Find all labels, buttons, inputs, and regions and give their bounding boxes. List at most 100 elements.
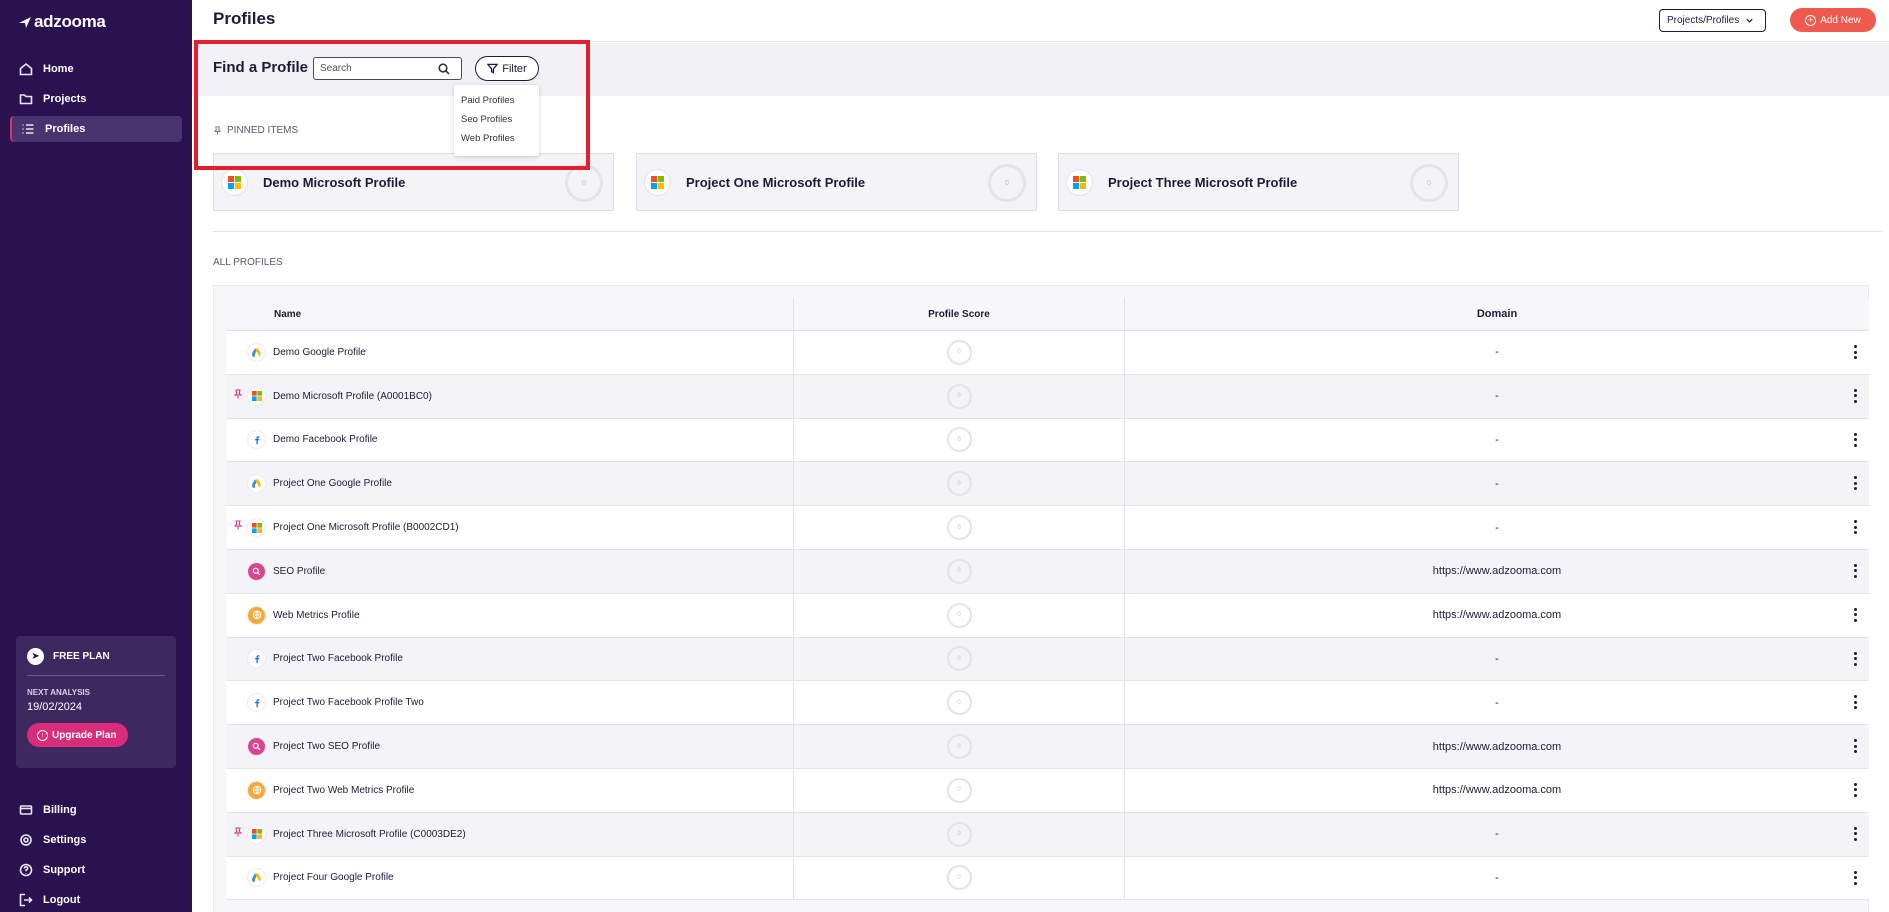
profile-domain: https://www.adzooma.com: [1432, 784, 1562, 797]
pinned-card[interactable]: Project One Microsoft Profile 0: [636, 153, 1037, 211]
sidebar-item-label: Support: [43, 864, 86, 876]
profile-name[interactable]: Project Two Facebook Profile Two: [273, 697, 424, 708]
sidebar-item-settings[interactable]: Settings: [10, 827, 182, 853]
profile-name[interactable]: Demo Facebook Profile: [273, 434, 378, 445]
pin-icon[interactable]: [233, 827, 243, 837]
filter-button[interactable]: Filter: [475, 56, 539, 81]
pinned-card-name: Project Three Microsoft Profile: [1108, 174, 1298, 190]
select-label: Projects/Profiles: [1667, 15, 1740, 26]
sidebar-item-billing[interactable]: Billing: [10, 797, 182, 823]
row-menu-icon[interactable]: [1853, 870, 1857, 885]
table-row[interactable]: Project Two Web Metrics Profile 0 https://…: [227, 768, 1869, 813]
sidebar-item-label: Billing: [43, 804, 77, 816]
row-menu-icon[interactable]: [1853, 520, 1857, 535]
row-menu-icon[interactable]: [1853, 826, 1857, 841]
pinned-card[interactable]: Demo Microsoft Profile 0: [213, 153, 614, 211]
filter-icon: [487, 63, 499, 74]
row-menu-icon[interactable]: [1853, 345, 1857, 359]
plan-name: FREE PLAN: [53, 651, 110, 662]
plan-header: ➤ FREE PLAN: [27, 648, 165, 665]
table-row[interactable]: Project Two Facebook Profile 0 -: [227, 637, 1869, 682]
table-row[interactable]: SEO Profile 0 https://www.adzooma.com: [227, 549, 1869, 594]
profile-name[interactable]: Web Metrics Profile: [273, 610, 360, 621]
row-menu-icon[interactable]: [1853, 695, 1857, 710]
profile-name[interactable]: Project Three Microsoft Profile (C0003DE…: [273, 829, 466, 840]
search-icon[interactable]: [438, 62, 450, 75]
table-row[interactable]: Project Three Microsoft Profile (C0003DE…: [227, 812, 1869, 857]
name-cell: SEO Profile: [227, 549, 794, 593]
table-row[interactable]: Project One Google Profile 0 -: [227, 462, 1869, 507]
domain-cell: -: [1125, 506, 1869, 549]
filter-option-web[interactable]: Web Profiles: [454, 129, 539, 148]
sidebar: adzooma Home Projects Profiles ➤ FREE PL…: [0, 0, 192, 912]
table-row[interactable]: Demo Microsoft Profile (A0001BC0) 0 -: [227, 374, 1869, 419]
profile-name[interactable]: Project One Google Profile: [273, 478, 392, 489]
name-cell: Project Three Microsoft Profile (C0003DE…: [227, 812, 794, 856]
sidebar-item-support[interactable]: Support: [10, 857, 182, 883]
projects-profiles-select[interactable]: Projects/Profiles: [1659, 9, 1766, 32]
profile-name[interactable]: Project Two Facebook Profile: [273, 653, 403, 664]
profile-score-ring: 0: [946, 777, 972, 803]
list-icon: [22, 124, 34, 134]
bottom-nav: Billing Settings Support Logout: [10, 797, 182, 912]
sidebar-item-label: Profiles: [45, 123, 86, 135]
filter-label: Filter: [502, 62, 527, 75]
all-profiles-label: ALL PROFILES: [213, 257, 283, 268]
row-menu-icon[interactable]: [1853, 607, 1857, 622]
table-row[interactable]: Project Four Google Profile 0 -: [227, 856, 1869, 901]
sidebar-item-projects[interactable]: Projects: [10, 86, 182, 112]
sidebar-item-label: Home: [43, 63, 74, 75]
row-menu-icon[interactable]: [1853, 739, 1857, 754]
search-box[interactable]: [313, 57, 462, 80]
row-menu-icon[interactable]: [1853, 432, 1857, 447]
search-input[interactable]: [320, 63, 438, 74]
profile-name[interactable]: SEO Profile: [273, 566, 325, 577]
profile-name[interactable]: Demo Google Profile: [273, 347, 366, 358]
row-menu-icon[interactable]: [1853, 651, 1857, 666]
profile-name[interactable]: Project Four Google Profile: [273, 872, 394, 883]
pin-icon[interactable]: [233, 389, 243, 399]
filter-option-seo[interactable]: Seo Profiles: [454, 110, 539, 129]
score-cell: 0: [794, 856, 1125, 900]
sidebar-item-home[interactable]: Home: [10, 56, 182, 82]
web-logo-icon: [248, 781, 265, 799]
profile-name[interactable]: Project Two Web Metrics Profile: [273, 785, 414, 796]
name-cell: Demo Microsoft Profile (A0001BC0): [227, 374, 794, 418]
score-cell: 0: [794, 418, 1125, 462]
table-row[interactable]: Project Two SEO Profile 0 https://www.adzo…: [227, 725, 1869, 769]
profile-domain: -: [1495, 696, 1499, 709]
pinned-card[interactable]: Project Three Microsoft Profile 0: [1058, 153, 1459, 211]
table-row[interactable]: Demo Google Profile 0 -: [227, 331, 1869, 375]
logo-text: adzooma: [34, 12, 106, 31]
next-analysis-label: NEXT ANALYSIS: [27, 688, 90, 697]
profile-domain: -: [1495, 390, 1499, 403]
column-header-score[interactable]: Profile Score: [794, 298, 1125, 330]
profile-name[interactable]: Demo Microsoft Profile (A0001BC0): [273, 391, 432, 402]
app-logo[interactable]: adzooma: [18, 12, 106, 32]
profile-domain: -: [1495, 477, 1499, 490]
gear-icon: [20, 834, 32, 846]
score-cell: 0: [794, 725, 1125, 768]
sidebar-item-logout[interactable]: Logout: [10, 887, 182, 912]
sidebar-item-profiles[interactable]: Profiles: [10, 116, 182, 142]
plan-card: ➤ FREE PLAN NEXT ANALYSIS 19/02/2024 ↑ U…: [16, 636, 176, 768]
table-row[interactable]: Project Two Facebook Profile Two 0 -: [227, 681, 1869, 726]
upgrade-plan-button[interactable]: ↑ Upgrade Plan: [27, 723, 129, 747]
profile-name[interactable]: Project Two SEO Profile: [273, 741, 380, 752]
add-new-button[interactable]: + Add New: [1790, 8, 1876, 32]
row-menu-icon[interactable]: [1853, 388, 1857, 403]
row-menu-icon[interactable]: [1853, 782, 1857, 797]
table-row[interactable]: Demo Facebook Profile 0 -: [227, 418, 1869, 463]
pin-icon[interactable]: [233, 520, 243, 530]
table-row[interactable]: Project One Microsoft Profile (B0002CD1)…: [227, 506, 1869, 550]
column-header-name[interactable]: Name: [227, 298, 794, 330]
row-menu-icon[interactable]: [1853, 563, 1857, 578]
row-menu-icon[interactable]: [1853, 476, 1857, 491]
profile-name[interactable]: Project One Microsoft Profile (B0002CD1): [273, 522, 459, 533]
filter-option-paid[interactable]: Paid Profiles: [454, 91, 539, 110]
profile-domain: https://www.adzooma.com: [1432, 565, 1562, 578]
table-row[interactable]: Web Metrics Profile 0 https://www.adzooma.…: [227, 593, 1869, 638]
profile-domain: -: [1495, 433, 1499, 446]
table-body: Demo Google Profile 0- Demo Microsoft Prof…: [227, 331, 1869, 901]
column-header-domain[interactable]: Domain: [1125, 298, 1869, 330]
